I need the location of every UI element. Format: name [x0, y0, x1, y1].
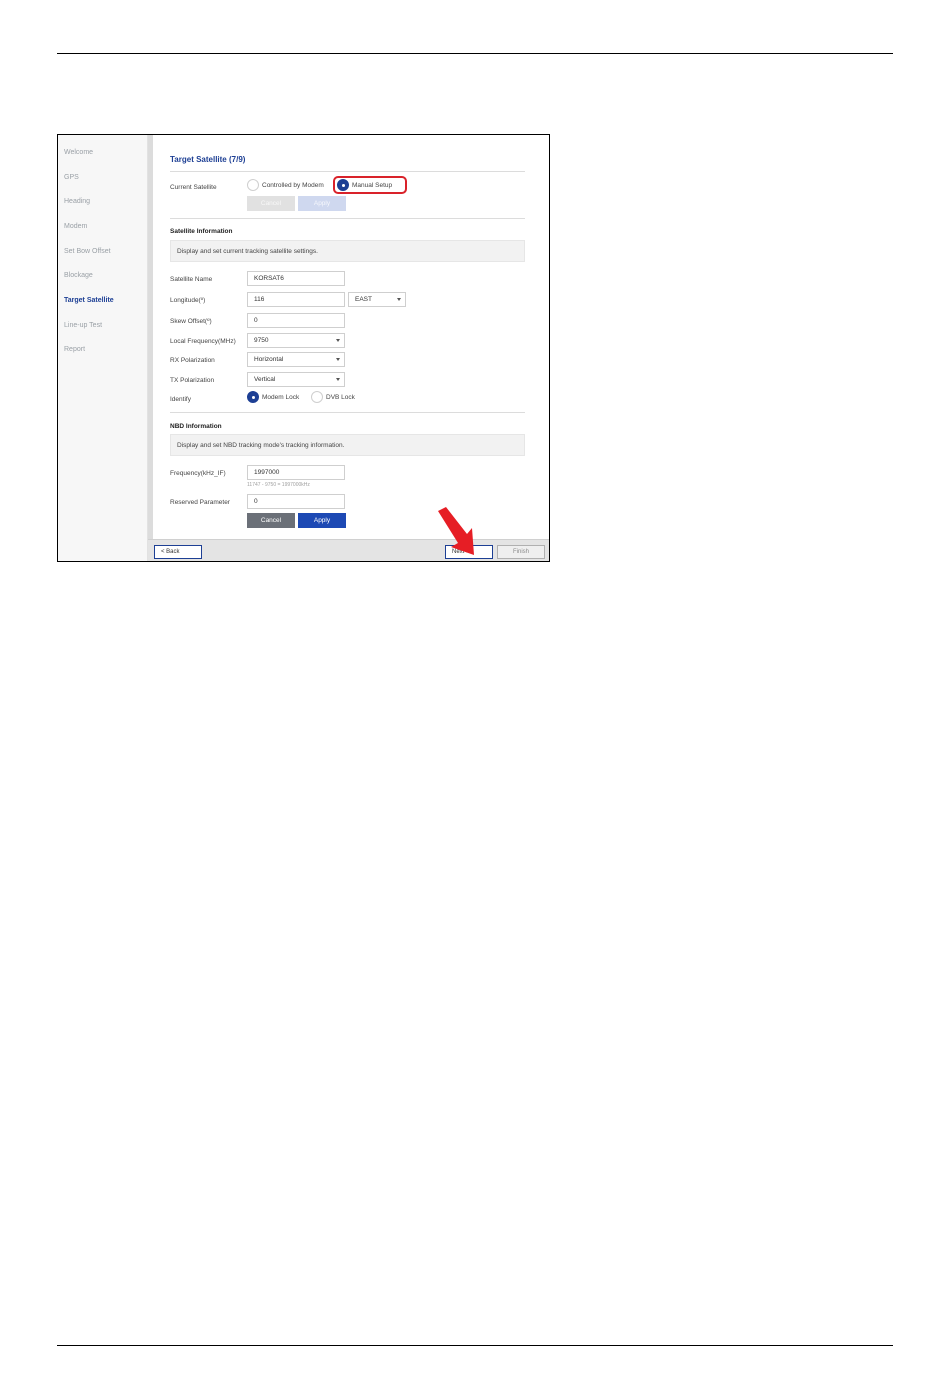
title-divider — [170, 171, 525, 172]
section-divider — [170, 218, 525, 219]
skew-offset-label: Skew Offset(º) — [170, 318, 212, 325]
satellite-info-description: Display and set current tracking satelli… — [170, 240, 525, 262]
select-value: Horizontal — [254, 356, 284, 363]
page-header-rule — [57, 53, 893, 54]
sidebar-item-gps[interactable]: GPS — [64, 174, 79, 181]
nbd-cancel-button[interactable]: Cancel — [247, 513, 295, 528]
sidebar-item-blockage[interactable]: Blockage — [64, 272, 93, 279]
manual-setup-highlight — [333, 176, 407, 194]
sidebar-item-report[interactable]: Report — [64, 346, 85, 353]
wizard-sidebar: Welcome GPS Heading Modem Set Bow Offset… — [58, 135, 148, 561]
page-title: Target Satellite (7/9) — [170, 155, 246, 164]
sidebar-item-line-up-test[interactable]: Line-up Test — [64, 322, 102, 329]
finish-button[interactable]: Finish — [497, 545, 545, 559]
chevron-down-icon — [397, 298, 401, 301]
longitude-direction-select[interactable]: EAST — [348, 292, 406, 307]
sidebar-item-set-bow-offset[interactable]: Set Bow Offset — [64, 248, 111, 255]
satellite-name-label: Satellite Name — [170, 276, 213, 283]
longitude-input[interactable]: 116 — [247, 292, 345, 307]
local-frequency-select[interactable]: 9750 — [247, 333, 345, 348]
sidebar-item-welcome[interactable]: Welcome — [64, 149, 93, 156]
sidebar-item-heading[interactable]: Heading — [64, 198, 90, 205]
back-button[interactable]: < Back — [154, 545, 202, 559]
satellite-name-input[interactable]: KORSAT6 — [247, 271, 345, 286]
skew-offset-input[interactable]: 0 — [247, 313, 345, 328]
pointer-arrow-icon — [438, 507, 474, 555]
sidebar-item-target-satellite[interactable]: Target Satellite — [64, 297, 114, 304]
section-divider — [170, 412, 525, 413]
rx-polarization-select[interactable]: Horizontal — [247, 352, 345, 367]
frequency-label: Frequency(kHz_IF) — [170, 470, 226, 477]
tx-polarization-select[interactable]: Vertical — [247, 372, 345, 387]
setup-wizard-screenshot: Welcome GPS Heading Modem Set Bow Offset… — [57, 134, 550, 562]
radio-circle — [311, 391, 323, 403]
current-satellite-label: Current Satellite — [170, 184, 217, 191]
wizard-footer: < Back Next > Finish — [148, 539, 549, 561]
radio-label: Modem Lock — [262, 393, 300, 401]
chevron-down-icon — [336, 358, 340, 361]
reserved-parameter-input[interactable]: 0 — [247, 494, 345, 509]
chevron-down-icon — [336, 378, 340, 381]
frequency-input[interactable]: 1997000 — [247, 465, 345, 480]
satellite-cancel-button[interactable]: Cancel — [247, 196, 295, 211]
satellite-apply-button[interactable]: Apply — [298, 196, 346, 211]
nbd-info-description: Display and set NBD tracking mode's trac… — [170, 434, 525, 456]
frequency-hint: 11747 - 9750 = 1997000kHz — [247, 482, 310, 488]
radio-circle — [247, 179, 259, 191]
nbd-apply-button[interactable]: Apply — [298, 513, 346, 528]
select-value: EAST — [355, 296, 372, 303]
identify-label: Identify — [170, 396, 191, 403]
select-value: Vertical — [254, 376, 276, 383]
main-content: Target Satellite (7/9) Current Satellite… — [153, 135, 549, 539]
select-value: 9750 — [254, 337, 269, 344]
radio-modem-lock[interactable]: Modem Lock — [247, 391, 299, 403]
rx-polarization-label: RX Polarization — [170, 357, 215, 364]
radio-circle-selected — [247, 391, 259, 403]
radio-label: DVB Lock — [326, 393, 355, 401]
radio-label: Controlled by Modem — [262, 181, 324, 189]
radio-dvb-lock[interactable]: DVB Lock — [311, 391, 355, 403]
page-footer-rule — [57, 1345, 893, 1346]
chevron-down-icon — [336, 339, 340, 342]
tx-polarization-label: TX Polarization — [170, 377, 215, 384]
radio-controlled-by-modem[interactable]: Controlled by Modem — [247, 179, 324, 191]
reserved-parameter-label: Reserved Parameter — [170, 499, 230, 506]
sidebar-item-modem[interactable]: Modem — [64, 223, 87, 230]
satellite-info-heading: Satellite Information — [170, 228, 233, 235]
local-frequency-label: Local Frequency(MHz) — [170, 338, 236, 345]
longitude-label: Longitude(º) — [170, 297, 206, 304]
nbd-info-heading: NBD Information — [170, 423, 222, 430]
